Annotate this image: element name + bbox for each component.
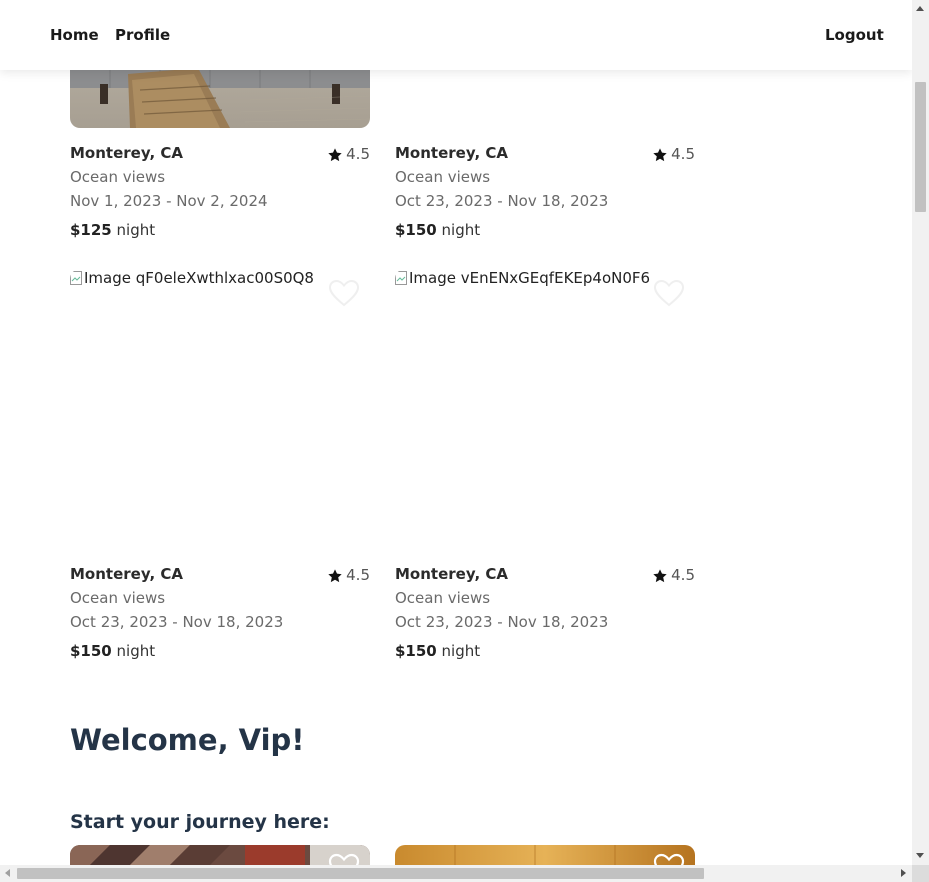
listing-price: $150 night — [395, 642, 480, 660]
star-icon — [328, 148, 342, 162]
listing-location: Monterey, CA — [395, 144, 508, 162]
listing-photo[interactable]: Image vEnENxGEqfEKEp4oN0F6 — [395, 269, 695, 549]
listing-rating: 4.5 — [327, 144, 370, 163]
listing-card[interactable] — [70, 845, 370, 881]
heart-icon[interactable] — [653, 279, 685, 307]
price-amount: $150 — [395, 642, 437, 660]
broken-image-icon — [70, 271, 82, 285]
vertical-scrollbar[interactable] — [912, 0, 929, 865]
listing-feature: Ocean views — [395, 168, 491, 186]
rating-value: 4.5 — [346, 565, 370, 584]
listing-card[interactable]: Image vEnENxGEqfEKEp4oN0F6 Monterey, CA … — [395, 269, 695, 669]
listing-dates: Oct 23, 2023 - Nov 18, 2023 — [70, 613, 284, 631]
price-amount: $125 — [70, 221, 112, 239]
heart-icon[interactable] — [328, 279, 360, 307]
top-navbar: Home Profile Logout — [0, 0, 912, 70]
rating-value: 4.5 — [671, 565, 695, 584]
price-unit: night — [441, 221, 481, 239]
scrollbar-corner — [912, 865, 929, 882]
listing-dates: Oct 23, 2023 - Nov 18, 2023 — [395, 192, 609, 210]
nav-profile-link[interactable]: Profile — [115, 26, 170, 44]
listing-rating: 4.5 — [327, 565, 370, 584]
listing-feature: Ocean views — [395, 589, 491, 607]
journey-heading: Start your journey here: — [70, 811, 330, 833]
broken-image-alt: Image vEnENxGEqfEKEp4oN0F6 — [395, 269, 650, 287]
listing-feature: Ocean views — [70, 589, 166, 607]
listing-location: Monterey, CA — [70, 565, 183, 583]
listing-price: $125 night — [70, 221, 155, 239]
listing-card[interactable]: Image qF0eleXwthlxac00S0Q8 Monterey, CA … — [70, 269, 370, 669]
listing-photo[interactable] — [70, 845, 370, 865]
star-icon — [653, 148, 667, 162]
listing-location: Monterey, CA — [70, 144, 183, 162]
price-unit: night — [441, 642, 481, 660]
listing-dates: Nov 1, 2023 - Nov 2, 2024 — [70, 192, 268, 210]
horizontal-scroll-thumb[interactable] — [17, 868, 704, 879]
broken-image-icon — [395, 271, 407, 285]
price-unit: night — [116, 642, 156, 660]
listing-dates: Oct 23, 2023 - Nov 18, 2023 — [395, 613, 609, 631]
star-icon — [328, 569, 342, 583]
welcome-heading: Welcome, Vip! — [70, 723, 305, 757]
scroll-up-arrow-icon[interactable] — [916, 6, 924, 11]
scroll-down-arrow-icon[interactable] — [916, 853, 924, 858]
listing-card[interactable] — [395, 845, 695, 881]
listing-feature: Ocean views — [70, 168, 166, 186]
vertical-scroll-thumb[interactable] — [915, 82, 926, 212]
listing-price: $150 night — [395, 221, 480, 239]
broken-image-alt: Image qF0eleXwthlxac00S0Q8 — [70, 269, 314, 287]
listing-rating: 4.5 — [652, 144, 695, 163]
price-unit: night — [116, 221, 156, 239]
horizontal-scrollbar[interactable] — [0, 865, 912, 882]
listing-location: Monterey, CA — [395, 565, 508, 583]
listing-rating: 4.5 — [652, 565, 695, 584]
rating-value: 4.5 — [671, 144, 695, 163]
listing-price: $150 night — [70, 642, 155, 660]
price-amount: $150 — [395, 221, 437, 239]
nav-home-link[interactable]: Home — [50, 26, 99, 44]
scroll-right-arrow-icon[interactable] — [901, 869, 906, 877]
listing-photo[interactable]: Image qF0eleXwthlxac00S0Q8 — [70, 269, 370, 549]
scroll-left-arrow-icon[interactable] — [5, 869, 10, 877]
price-amount: $150 — [70, 642, 112, 660]
logout-link[interactable]: Logout — [825, 26, 884, 44]
star-icon — [653, 569, 667, 583]
rating-value: 4.5 — [346, 144, 370, 163]
listing-photo[interactable] — [395, 845, 695, 865]
interior-photo — [395, 845, 695, 865]
interior-photo — [70, 845, 370, 865]
